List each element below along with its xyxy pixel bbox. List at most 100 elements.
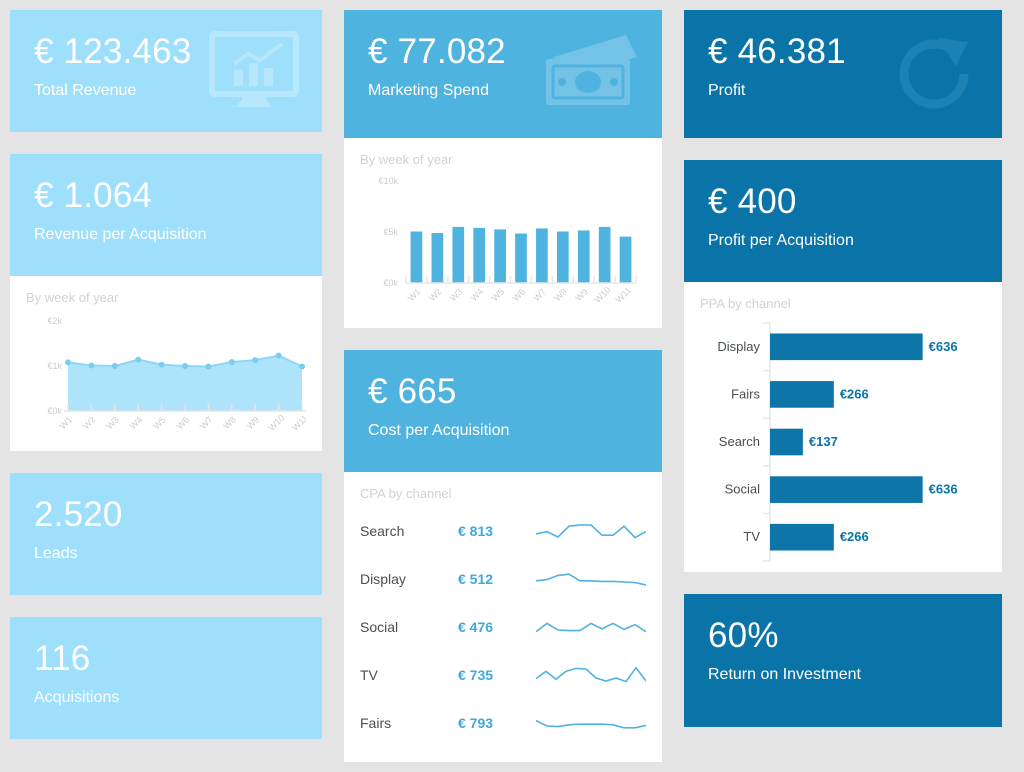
cpa-sparkline [536,658,646,692]
kpi-card-profit-per-acquisition[interactable]: € 400 Profit per Acquisition [684,160,1002,282]
leads-value: 2.520 [34,495,123,534]
kpi-card-total-revenue[interactable]: € 123.463 Total Revenue [10,10,322,132]
svg-text:Fairs: Fairs [731,386,760,401]
kpi-card-return-on-investment[interactable]: 60% Return on Investment [684,594,1002,727]
svg-text:€266: €266 [840,386,869,401]
cpa-channel-name: Social [360,619,399,635]
cpa-row[interactable]: Social € 476 [360,603,646,651]
right-column: € 46.381 Profit € 400 Profit per Acquisi… [684,10,1002,762]
total-revenue-label: Total Revenue [34,82,137,100]
svg-text:€636: €636 [929,339,958,354]
cpa-channel-name: Fairs [360,715,392,731]
cpa-channel-list: Search € 813 Display € 512 Social € 476 TV € 73… [360,507,646,747]
kpi-card-acquisitions[interactable]: 116 Acquisitions [10,617,322,739]
profit-per-acquisition-value: € 400 [708,182,797,221]
svg-text:W7: W7 [531,287,548,304]
marketing-spend-value: € 77.082 [368,32,506,71]
svg-text:W1: W1 [406,287,423,304]
panel-title-marketing-spend: By week of year [360,152,453,167]
cpa-channel-value: € 813 [458,523,494,539]
svg-text:W11: W11 [290,413,306,433]
svg-text:W7: W7 [198,415,215,432]
svg-text:Display: Display [717,339,760,354]
panel-ppa-by-channel: PPA by channel Display €636 Fairs €266 Searc… [684,282,1002,572]
panel-title-revenue-per-acquisition: By week of year [26,290,119,305]
acquisitions-label: Acquisitions [34,689,120,707]
svg-text:€1k: €1k [47,361,62,371]
cpa-sparkline [536,514,646,548]
svg-text:€266: €266 [840,529,869,544]
svg-text:W8: W8 [221,415,238,432]
acquisitions-value: 116 [34,639,91,678]
kpi-card-marketing-spend[interactable]: € 77.082 Marketing Spend [344,10,662,138]
profit-value: € 46.381 [708,32,846,71]
cpa-channel-value: € 512 [458,571,494,587]
cpa-channel-name: Search [360,523,405,539]
panel-title-cpa-by-channel: CPA by channel [360,486,452,501]
cpa-row[interactable]: Search € 813 [360,507,646,555]
svg-text:W1: W1 [58,415,75,432]
middle-column: € 77.082 Marketing Spend By week of year… [344,10,662,762]
svg-text:TV: TV [743,529,760,544]
panel-cpa-by-channel: CPA by channel Search € 813 Display € 512 So… [344,472,662,762]
left-column: € 123.463 Total Revenue € 1.064 Revenue … [10,10,322,762]
svg-text:€2k: €2k [47,316,62,326]
svg-text:W5: W5 [490,287,507,304]
kpi-card-profit[interactable]: € 46.381 Profit [684,10,1002,138]
marketing-spend-bar-chart: €0k €5k €10k W1 W2 W3 W4 W5 W6 W7 W8 W9 W10 W11 [378,176,637,305]
profit-label: Profit [708,82,746,100]
svg-text:€0k: €0k [47,406,62,416]
cpa-channel-value: € 793 [458,715,494,731]
revenue-per-acquisition-label: Revenue per Acquisition [34,226,207,244]
revenue-per-acquisition-area-chart: €0k €1k €2k W1 W2 W3 W4 W5 W6 W7 W8 W9 W10 W11 [47,316,306,433]
kpi-card-cost-per-acquisition[interactable]: € 665 Cost per Acquisition [344,350,662,472]
kpi-card-leads[interactable]: 2.520 Leads [10,473,322,595]
svg-text:€636: €636 [929,482,958,497]
svg-text:W11: W11 [614,285,634,305]
svg-text:W4: W4 [469,287,486,304]
svg-text:W2: W2 [427,287,444,304]
profit-per-acquisition-label: Profit per Acquisition [708,232,854,250]
svg-text:W10: W10 [592,285,612,305]
svg-text:W4: W4 [128,415,145,432]
panel-title-ppa-by-channel: PPA by channel [700,296,791,311]
svg-text:W9: W9 [245,415,262,432]
svg-text:€10k: €10k [378,176,398,186]
svg-text:W2: W2 [81,415,98,432]
cpa-sparkline [536,562,646,596]
panel-marketing-spend-chart: By week of year €0k €5k €10k W1 W2 W3 W4 W5 W6 W7… [344,138,662,328]
cpa-row[interactable]: Display € 512 [360,555,646,603]
cpa-row[interactable]: Fairs € 793 [360,699,646,747]
panel-revenue-per-acquisition-chart: By week of year €0k €1k €2k W1 W2 W3 W4 W5 W6 W7 W… [10,276,322,451]
svg-text:€5k: €5k [383,227,398,237]
cpa-channel-name: Display [360,571,406,587]
svg-text:Social: Social [725,482,761,497]
revenue-per-acquisition-value: € 1.064 [34,176,153,215]
cpa-row[interactable]: TV € 735 [360,651,646,699]
cpa-channel-value: € 735 [458,667,494,683]
cpa-channel-value: € 476 [458,619,494,635]
cpa-sparkline [536,610,646,644]
svg-text:W8: W8 [552,287,569,304]
kpi-card-revenue-per-acquisition[interactable]: € 1.064 Revenue per Acquisition [10,154,322,276]
svg-text:€137: €137 [809,434,838,449]
svg-text:W10: W10 [266,413,286,433]
svg-text:W9: W9 [573,287,590,304]
svg-text:W5: W5 [151,415,168,432]
roi-label: Return on Investment [708,666,861,684]
cost-per-acquisition-label: Cost per Acquisition [368,422,510,440]
svg-text:Search: Search [719,434,760,449]
svg-text:€0k: €0k [383,278,398,288]
roi-value: 60% [708,616,779,655]
svg-text:W3: W3 [104,415,121,432]
cpa-sparkline [536,706,646,740]
total-revenue-value: € 123.463 [34,32,192,71]
leads-label: Leads [34,545,78,563]
cpa-channel-name: TV [360,667,378,683]
cost-per-acquisition-value: € 665 [368,372,457,411]
dashboard: € 123.463 Total Revenue € 1.064 Revenue … [0,0,1024,772]
marketing-spend-label: Marketing Spend [368,82,489,100]
ppa-by-channel-bar-chart: Display €636 Fairs €266 Search €137 Social €636… [717,322,958,562]
svg-text:W3: W3 [448,287,465,304]
svg-text:W6: W6 [175,415,192,432]
